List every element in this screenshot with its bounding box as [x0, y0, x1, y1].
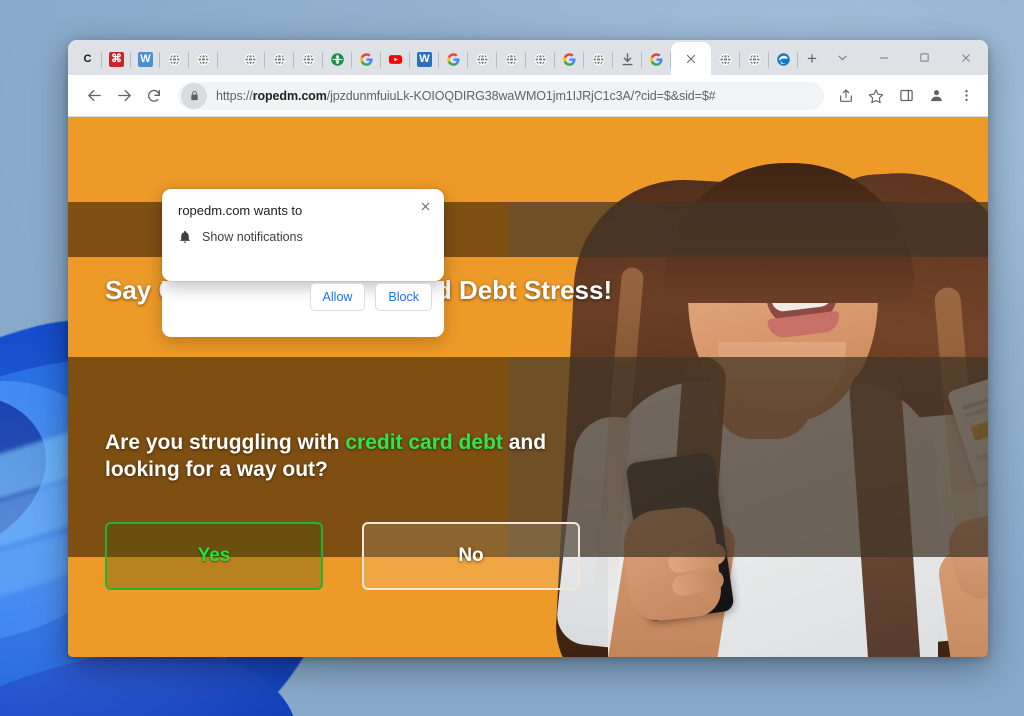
yes-button-label: Yes — [197, 545, 231, 566]
globe-icon — [475, 52, 490, 67]
globe-icon — [591, 52, 606, 67]
block-button[interactable]: Block — [375, 283, 432, 311]
reload-icon[interactable] — [140, 82, 168, 110]
tab-strip-spacer — [218, 44, 236, 75]
subhead-highlight: credit card debt — [345, 431, 503, 454]
tab-23[interactable] — [740, 44, 769, 75]
url-text: https://ropedm.com/jpzdunmfuiuLk-KOIOQDI… — [207, 89, 716, 103]
tab-search-button[interactable] — [822, 40, 863, 75]
close-button[interactable] — [945, 40, 986, 75]
globe-icon — [272, 52, 287, 67]
tab-17[interactable] — [555, 44, 584, 75]
tab-13[interactable] — [439, 44, 468, 75]
forward-arrow-icon[interactable] — [110, 82, 138, 110]
download-icon — [620, 52, 635, 67]
window-controls — [822, 40, 988, 75]
active-tab[interactable] — [671, 42, 711, 75]
blue-w-icon: W — [417, 52, 432, 67]
letter-c-icon: C — [83, 53, 92, 65]
tab-1[interactable]: ⌘ — [102, 44, 131, 75]
minimize-button[interactable] — [863, 40, 904, 75]
google-g-icon — [359, 52, 374, 67]
page-viewport: 0000 Say Goodbye to Credit Card Debt Str… — [68, 117, 988, 657]
browser-toolbar: https://ropedm.com/jpzdunmfuiuLk-KOIOQDI… — [68, 75, 988, 117]
tab-10[interactable] — [352, 44, 381, 75]
no-button-label: No — [458, 545, 484, 566]
notification-permission-prompt: ropedm.com wants to Show notifications A… — [162, 189, 444, 311]
tab-8[interactable] — [294, 44, 323, 75]
globe-icon — [243, 52, 258, 67]
tab-18[interactable] — [584, 44, 613, 75]
allow-button[interactable]: Allow — [309, 283, 366, 311]
url-domain: ropedm.com — [252, 88, 327, 103]
block-button-label: Block — [388, 290, 419, 304]
google-g-icon — [562, 52, 577, 67]
globe-icon — [533, 52, 548, 67]
globe-icon — [504, 52, 519, 67]
new-tab-button[interactable]: + — [802, 45, 822, 73]
tab-0[interactable]: C — [73, 44, 102, 75]
lock-icon[interactable] — [181, 82, 207, 109]
allow-button-label: Allow — [322, 290, 353, 304]
green-circle-icon — [330, 52, 345, 67]
no-button[interactable]: No — [362, 522, 580, 590]
globe-icon — [718, 52, 733, 67]
permission-row: Show notifications — [178, 230, 428, 244]
tab-7[interactable] — [265, 44, 294, 75]
globe-icon — [747, 52, 762, 67]
active-tab[interactable] — [685, 53, 697, 65]
choice-buttons: Yes No — [105, 522, 580, 590]
address-bar[interactable]: https://ropedm.com/jpzdunmfuiuLk-KOIOQDI… — [178, 81, 824, 110]
letter-w-icon: W — [138, 52, 153, 67]
tab-16[interactable] — [526, 44, 555, 75]
maximize-button[interactable] — [904, 40, 945, 75]
yes-button[interactable]: Yes — [105, 522, 323, 590]
tab-6[interactable] — [236, 44, 265, 75]
permission-prompt-buttons: Allow Block — [309, 283, 432, 311]
tab-2[interactable]: W — [131, 44, 160, 75]
tab-strip: C ⌘ W W + — [68, 40, 988, 75]
tab-3[interactable] — [160, 44, 189, 75]
tab-22[interactable] — [711, 44, 740, 75]
bell-icon — [178, 230, 192, 244]
tab-9[interactable] — [323, 44, 352, 75]
globe-icon — [167, 52, 182, 67]
new-tab-label: + — [807, 49, 817, 68]
globe-icon — [196, 52, 211, 67]
url-path: /jpzdunmfuiuLk-KOIOQDIRG38waWMO1jm1IJRjC… — [326, 88, 716, 103]
edge-icon — [776, 52, 791, 67]
youtube-icon — [388, 52, 403, 67]
three-dot-menu-icon[interactable] — [952, 82, 980, 110]
globe-icon — [301, 52, 316, 67]
red-square-icon: ⌘ — [109, 52, 124, 67]
tab-15[interactable] — [497, 44, 526, 75]
tab-11[interactable] — [381, 44, 410, 75]
tab-24[interactable] — [769, 44, 798, 75]
google-g-icon — [649, 52, 664, 67]
tab-20[interactable] — [642, 44, 671, 75]
url-scheme: https:// — [216, 88, 253, 103]
share-icon[interactable] — [832, 82, 860, 110]
profile-avatar-icon[interactable] — [922, 82, 950, 110]
tab-19[interactable] — [613, 44, 642, 75]
page-subheadline: Are you struggling with credit card debt… — [105, 430, 625, 484]
close-icon[interactable] — [416, 197, 434, 215]
side-panel-icon[interactable] — [892, 82, 920, 110]
tab-12[interactable]: W — [410, 44, 439, 75]
star-icon[interactable] — [862, 82, 890, 110]
google-g-icon — [446, 52, 461, 67]
tab-14[interactable] — [468, 44, 497, 75]
tab-4[interactable] — [189, 44, 218, 75]
subhead-part1: Are you struggling with — [105, 431, 346, 454]
browser-window: C ⌘ W W + https://ropedm.com/jpzdunmfuiu… — [68, 40, 988, 657]
back-arrow-icon[interactable] — [80, 82, 108, 110]
permission-prompt-title: ropedm.com wants to — [178, 203, 303, 218]
permission-prompt-label: Show notifications — [202, 230, 303, 244]
